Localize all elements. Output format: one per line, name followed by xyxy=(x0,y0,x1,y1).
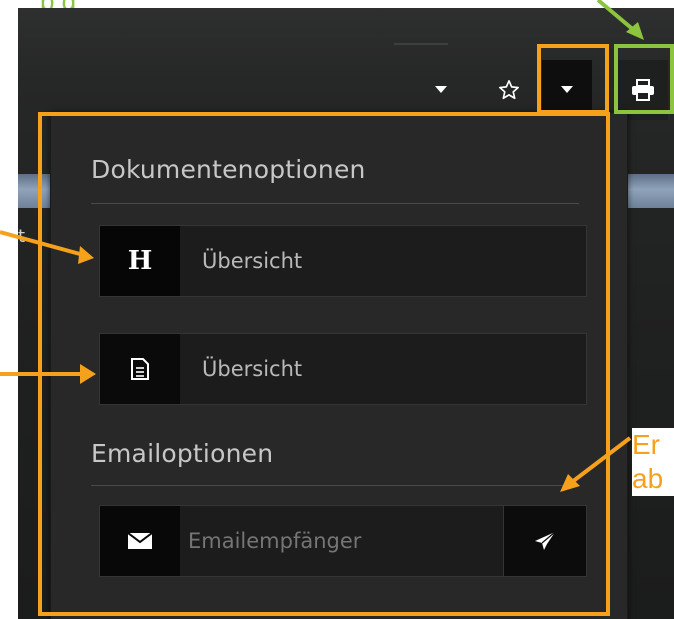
star-outline-icon xyxy=(499,80,519,100)
favorite-button[interactable] xyxy=(484,60,534,120)
highlight-print-button xyxy=(614,44,674,114)
toolbar-separator xyxy=(394,43,448,45)
highlight-dropdown-panel xyxy=(38,112,610,616)
dropdown-toggle-button-1[interactable] xyxy=(416,60,466,120)
highlight-dropdown-toggle xyxy=(537,44,609,114)
callout-line-2: ab xyxy=(632,463,664,494)
annotation-callout: Er ab xyxy=(632,428,674,496)
callout-line-1: Er xyxy=(632,429,660,460)
caret-down-icon xyxy=(435,86,447,93)
background-cut-label: t xyxy=(18,226,26,247)
